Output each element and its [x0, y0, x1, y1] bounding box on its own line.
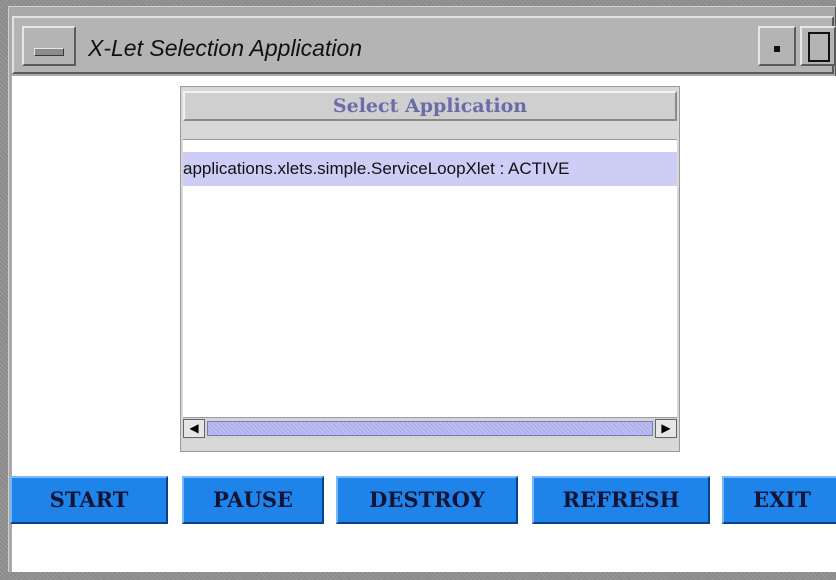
window-bottom-border: [0, 572, 836, 580]
start-button[interactable]: START: [10, 476, 168, 524]
window-title: X-Let Selection Application: [88, 35, 363, 61]
minimize-icon: [774, 46, 780, 52]
refresh-button[interactable]: REFRESH: [532, 476, 710, 524]
maximize-button[interactable]: [800, 26, 836, 66]
scroll-left-icon[interactable]: ◀: [183, 419, 205, 438]
window-menu-button[interactable]: [22, 26, 76, 66]
scrollbar-thumb[interactable]: [207, 421, 653, 436]
application-list[interactable]: applications.xlets.simple.ServiceLoopXle…: [183, 139, 677, 430]
application-list-panel: Select Application applications.xlets.si…: [180, 86, 680, 452]
exit-button[interactable]: EXIT: [722, 476, 836, 524]
scroll-right-icon[interactable]: ▶: [655, 419, 677, 438]
window-menu-icon: [34, 48, 64, 56]
destroy-button[interactable]: DESTROY: [336, 476, 518, 524]
list-item[interactable]: applications.xlets.simple.ServiceLoopXle…: [183, 152, 677, 186]
maximize-icon: [808, 32, 830, 62]
title-bar[interactable]: X-Let Selection Application: [12, 16, 836, 74]
pause-button[interactable]: PAUSE: [182, 476, 324, 524]
panel-header: Select Application: [183, 91, 677, 121]
client-area: Select Application applications.xlets.si…: [10, 76, 836, 572]
horizontal-scrollbar[interactable]: ◀ ▶: [183, 417, 677, 439]
minimize-button[interactable]: [758, 26, 796, 66]
